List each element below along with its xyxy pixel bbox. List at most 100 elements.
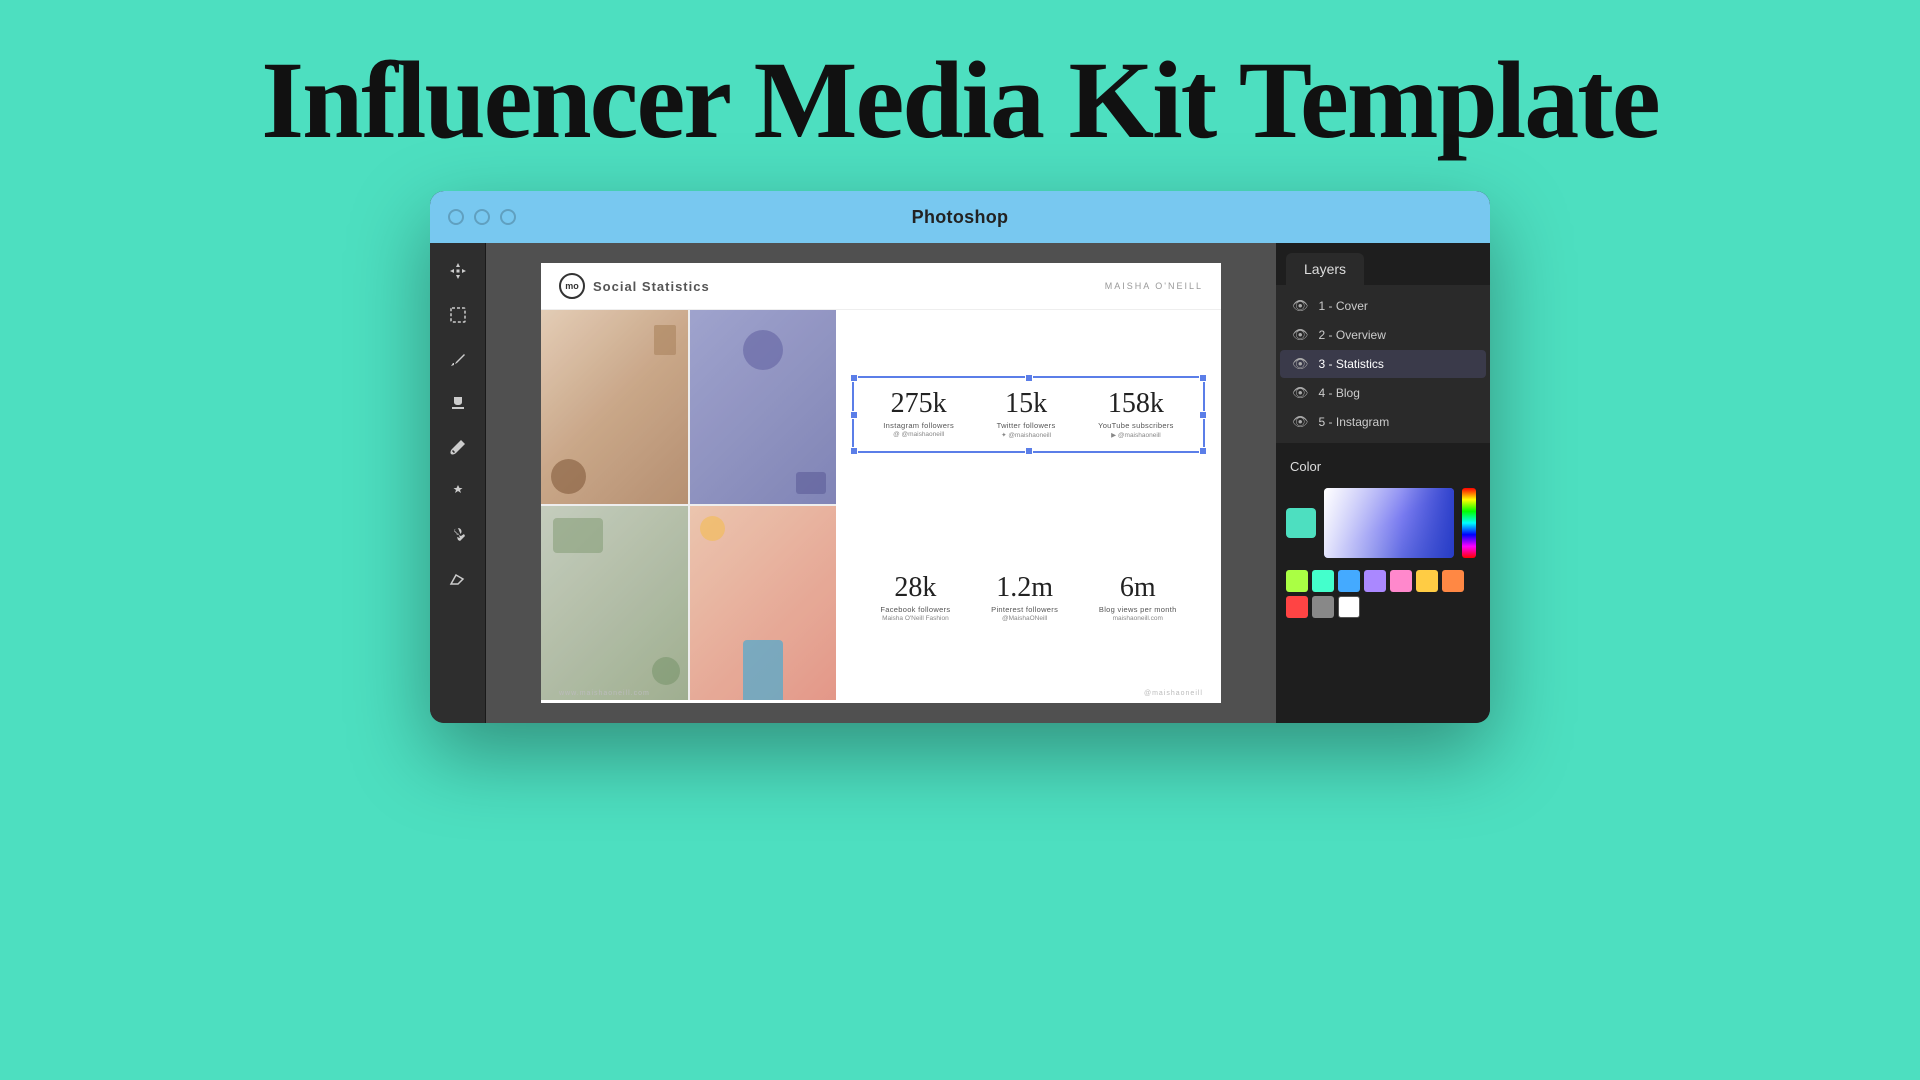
photo-grid — [541, 310, 836, 700]
stat-facebook: 28k Facebook followers Maisha O'Neill Fa… — [880, 574, 950, 622]
close-dot[interactable] — [448, 209, 464, 225]
layers-tab[interactable]: Layers — [1286, 253, 1364, 285]
layers-panel: Layers 👁 1 - Cover 👁 2 - Overview 👁 3 - … — [1276, 243, 1490, 443]
swatch-yellow[interactable] — [1416, 570, 1438, 592]
doc-body: 275k Instagram followers @ @maishaoneill… — [541, 310, 1221, 700]
color-gradient-picker[interactable] — [1324, 488, 1454, 558]
sel-handle-br — [1199, 447, 1207, 455]
title-bar: Photoshop — [430, 191, 1490, 243]
color-panel-header: Color — [1276, 451, 1490, 482]
document: mo Social Statistics MAISHA O'NEILL — [541, 263, 1221, 703]
stat-instagram-number: 275k — [883, 390, 954, 418]
doc-footer: www.maishaoneill.com @maishaoneill — [541, 690, 1221, 697]
layer-name-overview: 2 - Overview — [1319, 328, 1474, 342]
doc-logo: mo Social Statistics — [559, 273, 710, 299]
sel-handle-ml — [850, 411, 858, 419]
stat-pinterest-label: Pinterest followers — [991, 605, 1058, 614]
stats-row-2: 28k Facebook followers Maisha O'Neill Fa… — [852, 562, 1205, 634]
swatch-white[interactable] — [1338, 596, 1360, 618]
brush-tool-icon[interactable] — [444, 433, 472, 461]
selection-box: 275k Instagram followers @ @maishaoneill… — [852, 376, 1205, 453]
swatch-gray[interactable] — [1312, 596, 1334, 618]
doc-author: MAISHA O'NEILL — [1105, 281, 1203, 291]
content-area: mo Social Statistics MAISHA O'NEILL — [430, 243, 1490, 723]
photo-cell-1 — [541, 310, 688, 504]
footer-right: @maishaoneill — [1144, 690, 1203, 697]
stat-twitter-handle: ✦ @maishaoneill — [997, 431, 1056, 439]
stat-pinterest-handle: @MaishaONeill — [991, 615, 1058, 622]
stat-blog-handle: maishaoneill.com — [1099, 615, 1177, 622]
layer-name-cover: 1 - Cover — [1319, 299, 1474, 313]
layer-name-statistics: 3 - Statistics — [1319, 357, 1474, 371]
swatch-purple[interactable] — [1364, 570, 1386, 592]
layer-item-overview[interactable]: 👁 2 - Overview — [1280, 321, 1486, 349]
sel-handle-tm — [1025, 374, 1033, 382]
move-tool-icon[interactable] — [444, 257, 472, 285]
photo-cell-3 — [541, 506, 688, 700]
footer-left: www.maishaoneill.com — [559, 690, 650, 697]
color-panel: Color — [1276, 451, 1490, 624]
eyedropper-tool-icon[interactable] — [444, 345, 472, 373]
stat-youtube: 158k YouTube subscribers ▶ @maishaoneill — [1098, 390, 1174, 439]
swatch-orange[interactable] — [1442, 570, 1464, 592]
doc-page-title: Social Statistics — [593, 279, 710, 294]
layer-item-cover[interactable]: 👁 1 - Cover — [1280, 292, 1486, 320]
stat-facebook-number: 28k — [880, 574, 950, 602]
toolbar — [430, 243, 486, 723]
stat-instagram: 275k Instagram followers @ @maishaoneill — [883, 390, 954, 439]
stamp-tool-icon[interactable] — [444, 389, 472, 417]
sel-handle-tr — [1199, 374, 1207, 382]
layer-item-instagram[interactable]: 👁 5 - Instagram — [1280, 408, 1486, 436]
app-title: Photoshop — [912, 207, 1009, 228]
stat-instagram-handle: @ @maishaoneill — [883, 431, 954, 438]
sel-handle-mr — [1199, 411, 1207, 419]
swatch-pink[interactable] — [1390, 570, 1412, 592]
stat-facebook-handle: Maisha O'Neill Fashion — [880, 615, 950, 622]
eye-icon-instagram[interactable]: 👁 — [1292, 414, 1309, 430]
marquee-tool-icon[interactable] — [444, 301, 472, 329]
eye-icon-cover[interactable]: 👁 — [1292, 298, 1309, 314]
eye-icon-statistics[interactable]: 👁 — [1292, 356, 1309, 372]
stat-blog: 6m Blog views per month maishaoneill.com — [1099, 574, 1177, 622]
minimize-dot[interactable] — [474, 209, 490, 225]
stat-twitter: 15k Twitter followers ✦ @maishaoneill — [997, 390, 1056, 439]
app-window: Photoshop — [430, 191, 1490, 723]
eye-icon-blog[interactable]: 👁 — [1292, 385, 1309, 401]
stats-area: 275k Instagram followers @ @maishaoneill… — [836, 310, 1221, 700]
window-controls — [448, 209, 516, 225]
layer-name-blog: 4 - Blog — [1319, 386, 1474, 400]
stat-youtube-label: YouTube subscribers — [1098, 421, 1174, 430]
stat-blog-label: Blog views per month — [1099, 605, 1177, 614]
stat-pinterest-number: 1.2m — [991, 574, 1058, 602]
stat-pinterest: 1.2m Pinterest followers @MaishaONeill — [991, 574, 1058, 622]
stat-twitter-label: Twitter followers — [997, 421, 1056, 430]
eraser-tool-icon[interactable] — [444, 565, 472, 593]
photo-cell-2 — [690, 310, 837, 504]
color-picker-area — [1276, 482, 1490, 564]
layer-item-blog[interactable]: 👁 4 - Blog — [1280, 379, 1486, 407]
swatch-green[interactable] — [1286, 570, 1308, 592]
swatch-teal[interactable] — [1312, 570, 1334, 592]
color-swatches-row — [1276, 564, 1490, 624]
swatch-blue[interactable] — [1338, 570, 1360, 592]
maximize-dot[interactable] — [500, 209, 516, 225]
layer-name-instagram: 5 - Instagram — [1319, 415, 1474, 429]
stat-youtube-handle: ▶ @maishaoneill — [1098, 431, 1174, 439]
stat-blog-number: 6m — [1099, 574, 1177, 602]
page-title: Influencer Media Kit Template — [261, 40, 1658, 161]
swatch-red[interactable] — [1286, 596, 1308, 618]
right-panel: Layers 👁 1 - Cover 👁 2 - Overview 👁 3 - … — [1276, 243, 1490, 723]
stat-facebook-label: Facebook followers — [880, 605, 950, 614]
stat-instagram-label: Instagram followers — [883, 421, 954, 430]
eye-icon-overview[interactable]: 👁 — [1292, 327, 1309, 343]
layer-item-statistics[interactable]: 👁 3 - Statistics — [1280, 350, 1486, 378]
stat-youtube-number: 158k — [1098, 390, 1174, 418]
canvas-area: mo Social Statistics MAISHA O'NEILL — [486, 243, 1276, 723]
logo-circle: mo — [559, 273, 585, 299]
layers-list: 👁 1 - Cover 👁 2 - Overview 👁 3 - Statist… — [1276, 285, 1490, 443]
active-color-swatch[interactable] — [1286, 508, 1316, 538]
gradient-tool-icon[interactable] — [444, 477, 472, 505]
hue-strip[interactable] — [1462, 488, 1476, 558]
pen-tool-icon[interactable] — [444, 521, 472, 549]
sel-handle-tl — [850, 374, 858, 382]
